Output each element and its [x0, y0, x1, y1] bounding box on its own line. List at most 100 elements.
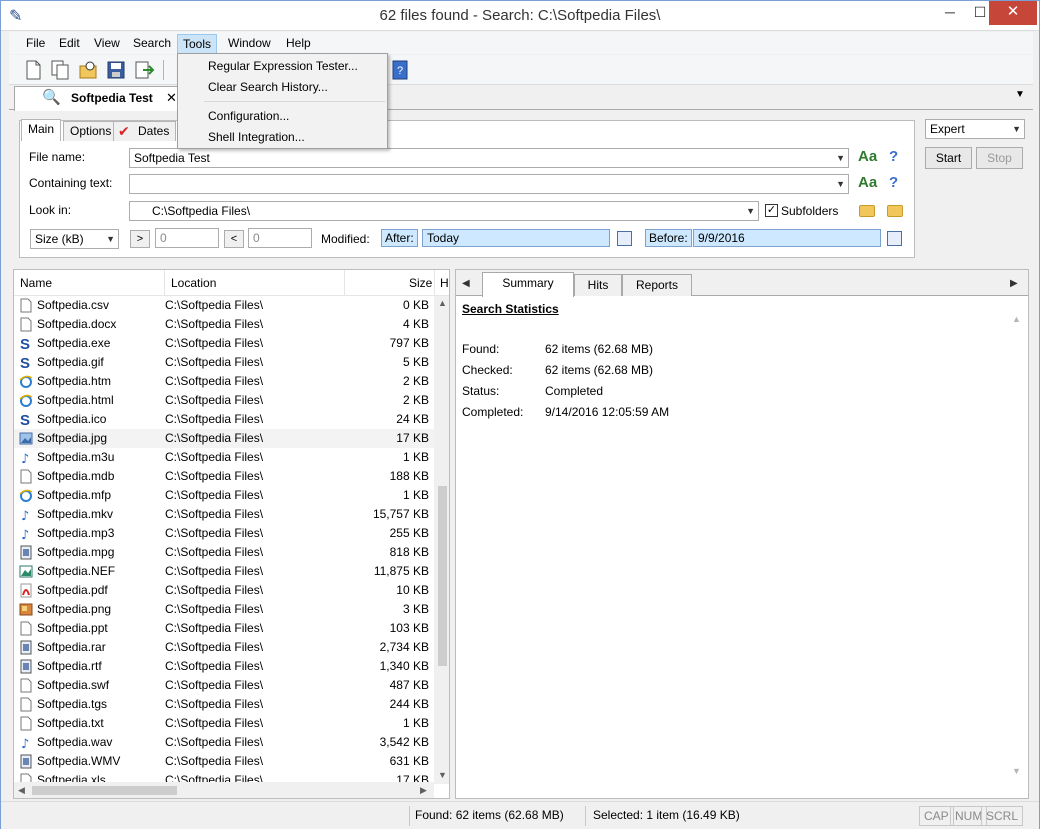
- after-label[interactable]: After:: [381, 229, 418, 247]
- scroll-thumb[interactable]: [32, 786, 177, 795]
- menu-help[interactable]: Help: [281, 34, 316, 54]
- scroll-left-icon[interactable]: ◀: [18, 785, 25, 796]
- tab-list-dropdown-icon[interactable]: ▼: [1015, 89, 1025, 100]
- look-in-combo[interactable]: C:\Softpedia Files\ ▼: [129, 201, 759, 221]
- size-unit-select[interactable]: Size (kB) ▼: [30, 229, 119, 249]
- table-row[interactable]: S Softpedia.exe C:\Softpedia Files\ 797 KB: [14, 334, 434, 353]
- table-row[interactable]: S Softpedia.ico C:\Softpedia Files\ 24 KB: [14, 410, 434, 429]
- tab-options[interactable]: Options: [63, 121, 119, 141]
- before-label[interactable]: Before:: [645, 229, 692, 247]
- column-divider[interactable]: [164, 270, 165, 296]
- tab-scroll-right-icon[interactable]: ▶: [1010, 278, 1018, 289]
- copy-icon[interactable]: [49, 58, 71, 82]
- column-h[interactable]: H: [440, 276, 449, 290]
- tab-summary[interactable]: Summary: [482, 272, 574, 297]
- save-icon[interactable]: [105, 58, 127, 82]
- column-divider[interactable]: [344, 270, 345, 296]
- greater-than-button[interactable]: >: [130, 230, 150, 248]
- multi-folder-icon[interactable]: [887, 205, 903, 217]
- after-date-input[interactable]: Today: [422, 229, 610, 247]
- column-size[interactable]: Size: [409, 276, 432, 290]
- min-size-input[interactable]: 0: [155, 228, 219, 248]
- table-row[interactable]: Softpedia.txt C:\Softpedia Files\ 1 KB: [14, 714, 434, 733]
- chevron-down-icon[interactable]: ▼: [836, 149, 845, 167]
- table-row[interactable]: Softpedia.NEF C:\Softpedia Files\ 11,875 K…: [14, 562, 434, 581]
- close-button[interactable]: ✕: [989, 1, 1037, 25]
- column-divider[interactable]: [434, 270, 435, 296]
- menu-search[interactable]: Search: [128, 34, 176, 54]
- table-row[interactable]: Softpedia.html C:\Softpedia Files\ 2 KB: [14, 391, 434, 410]
- table-row[interactable]: S Softpedia.gif C:\Softpedia Files\ 5 KB: [14, 353, 434, 372]
- close-tab-icon[interactable]: ✕: [166, 90, 177, 106]
- minimize-button[interactable]: ─: [933, 1, 967, 25]
- calendar-icon[interactable]: [887, 231, 902, 246]
- open-search-icon[interactable]: [77, 58, 99, 82]
- scroll-down-icon[interactable]: ▼: [1012, 766, 1021, 776]
- start-button[interactable]: Start: [925, 147, 972, 169]
- vertical-scrollbar[interactable]: ▲ ▼: [434, 296, 449, 784]
- case-sensitive-toggle[interactable]: Aa: [858, 148, 877, 165]
- menu-window[interactable]: Window: [223, 34, 276, 54]
- table-row[interactable]: Softpedia.png C:\Softpedia Files\ 3 KB: [14, 600, 434, 619]
- help-book-icon[interactable]: ?: [389, 58, 411, 82]
- scroll-thumb[interactable]: [438, 486, 447, 666]
- folder-icon[interactable]: [859, 205, 875, 217]
- export-icon[interactable]: [133, 58, 155, 82]
- scroll-up-icon[interactable]: ▲: [438, 298, 447, 308]
- tab-scroll-left-icon[interactable]: ◀: [462, 278, 470, 289]
- less-than-button[interactable]: <: [224, 230, 244, 248]
- containing-text-combo[interactable]: ▼: [129, 174, 849, 194]
- table-row[interactable]: Softpedia.swf C:\Softpedia Files\ 487 KB: [14, 676, 434, 695]
- menu-clear-history[interactable]: Clear Search History...: [208, 78, 328, 96]
- table-row[interactable]: ♪ Softpedia.wav C:\Softpedia Files\ 3,542 K…: [14, 733, 434, 752]
- table-row[interactable]: Softpedia.mdb C:\Softpedia Files\ 188 KB: [14, 467, 434, 486]
- chevron-down-icon[interactable]: ▼: [106, 230, 115, 248]
- help-icon[interactable]: ?: [889, 148, 898, 165]
- table-row[interactable]: Softpedia.rar C:\Softpedia Files\ 2,734 KB: [14, 638, 434, 657]
- chevron-down-icon[interactable]: ▼: [746, 202, 755, 220]
- table-row[interactable]: Softpedia.tgs C:\Softpedia Files\ 244 KB: [14, 695, 434, 714]
- file-name-combo[interactable]: Softpedia Test ▼: [129, 148, 849, 168]
- tab-hits[interactable]: Hits: [574, 274, 622, 296]
- menu-edit[interactable]: Edit: [54, 34, 85, 54]
- stop-button[interactable]: Stop: [976, 147, 1023, 169]
- subfolders-checkbox[interactable]: ✓: [765, 204, 778, 217]
- menu-shell-integration[interactable]: Shell Integration...: [208, 128, 305, 146]
- column-name[interactable]: Name: [20, 276, 52, 290]
- tab-dates[interactable]: ✔ Dates: [113, 121, 177, 141]
- table-row[interactable]: ♪ Softpedia.mp3 C:\Softpedia Files\ 255 KB: [14, 524, 434, 543]
- table-row[interactable]: Softpedia.rtf C:\Softpedia Files\ 1,340 KB: [14, 657, 434, 676]
- chevron-down-icon[interactable]: ▼: [836, 175, 845, 193]
- menu-file[interactable]: File: [21, 34, 50, 54]
- scroll-up-icon[interactable]: ▲: [1012, 314, 1021, 324]
- tab-reports[interactable]: Reports: [622, 274, 692, 296]
- menu-regex-tester[interactable]: Regular Expression Tester...: [208, 57, 358, 75]
- table-row[interactable]: Softpedia.csv C:\Softpedia Files\ 0 KB: [14, 296, 434, 315]
- menu-tools[interactable]: Tools: [177, 34, 218, 54]
- table-row[interactable]: Softpedia.WMV C:\Softpedia Files\ 631 KB: [14, 752, 434, 771]
- table-row[interactable]: ♪ Softpedia.mkv C:\Softpedia Files\ 15,757 …: [14, 505, 434, 524]
- menu-configuration[interactable]: Configuration...: [208, 107, 289, 125]
- case-sensitive-toggle[interactable]: Aa: [858, 174, 877, 191]
- scroll-right-icon[interactable]: ▶: [420, 785, 427, 796]
- table-row[interactable]: Softpedia.pdf C:\Softpedia Files\ 10 KB: [14, 581, 434, 600]
- menu-view[interactable]: View: [89, 34, 125, 54]
- table-row[interactable]: Softpedia.htm C:\Softpedia Files\ 2 KB: [14, 372, 434, 391]
- scroll-down-icon[interactable]: ▼: [438, 770, 447, 780]
- calendar-icon[interactable]: [617, 231, 632, 246]
- table-row[interactable]: ♪ Softpedia.m3u C:\Softpedia Files\ 1 KB: [14, 448, 434, 467]
- horizontal-scrollbar[interactable]: ◀ ▶: [14, 782, 434, 798]
- chevron-down-icon[interactable]: ▼: [1012, 120, 1021, 138]
- max-size-input[interactable]: 0: [248, 228, 312, 248]
- tab-softpedia-test[interactable]: 🔍 Softpedia Test ✕: [14, 86, 184, 111]
- tab-main[interactable]: Main: [21, 119, 62, 141]
- column-location[interactable]: Location: [171, 276, 216, 290]
- table-row[interactable]: Softpedia.mpg C:\Softpedia Files\ 818 KB: [14, 543, 434, 562]
- table-row[interactable]: Softpedia.jpg C:\Softpedia Files\ 17 KB: [14, 429, 434, 448]
- before-date-input[interactable]: 9/9/2016: [693, 229, 881, 247]
- help-icon[interactable]: ?: [889, 174, 898, 191]
- table-row[interactable]: Softpedia.docx C:\Softpedia Files\ 4 KB: [14, 315, 434, 334]
- table-row[interactable]: Softpedia.ppt C:\Softpedia Files\ 103 KB: [14, 619, 434, 638]
- table-row[interactable]: Softpedia.mfp C:\Softpedia Files\ 1 KB: [14, 486, 434, 505]
- mode-select[interactable]: Expert ▼: [925, 119, 1025, 139]
